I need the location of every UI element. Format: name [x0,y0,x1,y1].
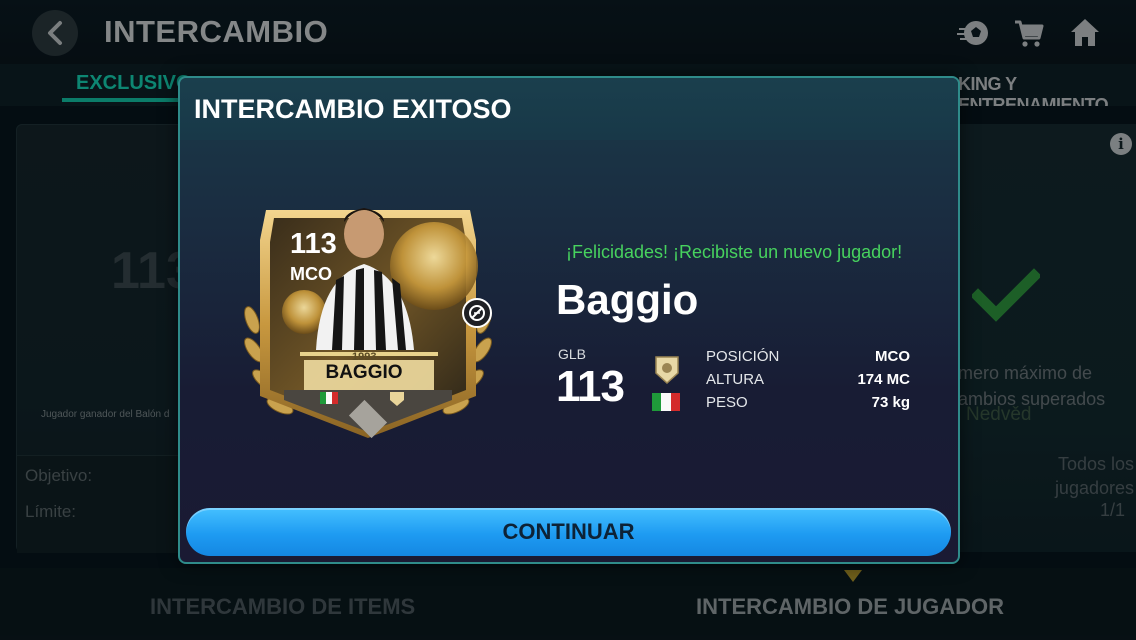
modal-title: INTERCAMBIO EXITOSO [194,94,512,124]
icon-card-badge [655,356,679,385]
card-player-name: BAGGIO [325,362,403,383]
card-rating: 113 [290,228,337,260]
stat-label-weight: PESO [706,394,748,411]
untradeable-icon [462,298,492,328]
stat-value-weight: 73 kg [871,394,910,411]
stat-value-height: 174 MC [857,371,910,388]
congrats-message: ¡Felicidades! ¡Recibiste un nuevo jugado… [566,242,903,262]
continue-button[interactable]: CONTINUAR [186,508,951,556]
player-card [244,208,492,439]
player-name: Baggio [556,276,699,323]
stat-label-height: ALTURA [706,371,765,388]
italy-flag-icon [652,393,680,411]
overall-label: GLB [558,346,587,362]
stat-value-position: MCO [875,348,910,365]
overall-value: 113 [556,362,625,411]
no-trade-icon [469,305,485,321]
modal-header: INTERCAMBIO EXITOSO [180,78,958,140]
stat-label-position: POSICIÓN [706,348,780,365]
card-position: MCO [290,264,332,284]
